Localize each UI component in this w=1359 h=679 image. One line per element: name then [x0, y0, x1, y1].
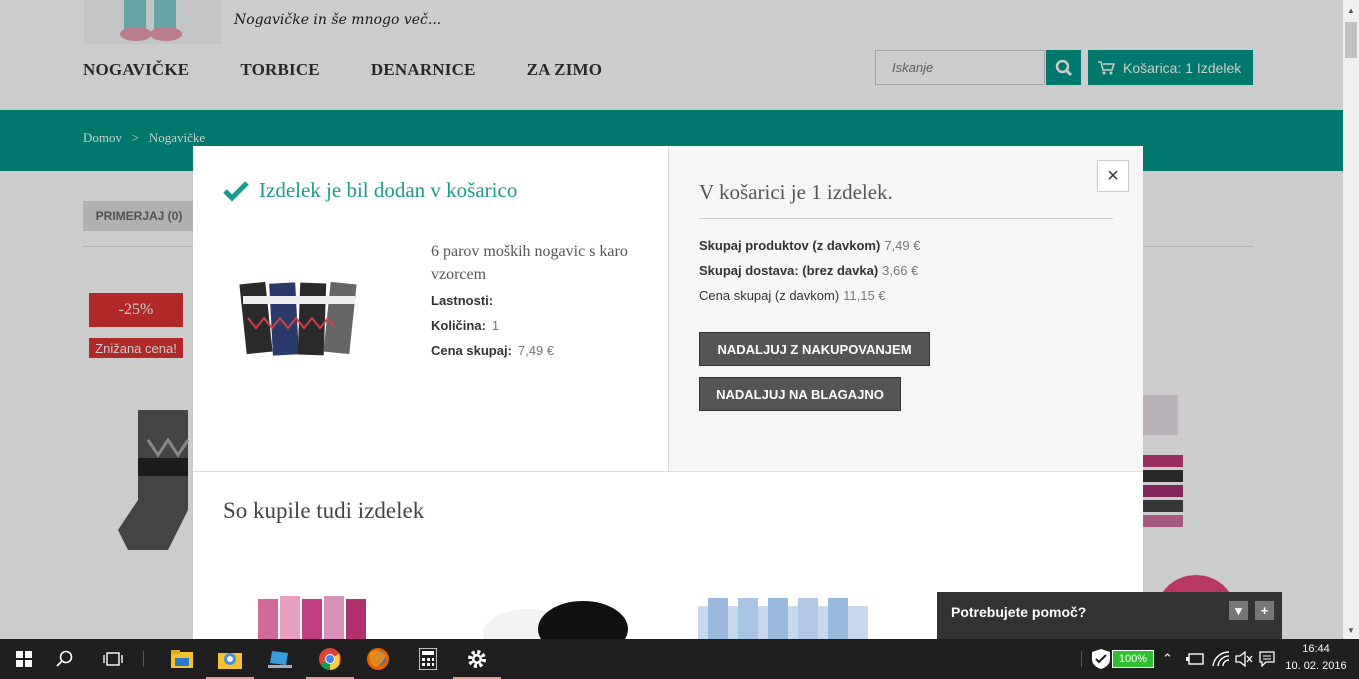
summary-products-value: 7,49 €: [884, 238, 921, 253]
also-bought-product-2[interactable]: [483, 594, 633, 639]
success-title-text: Izdelek je bil dodan v košarico: [259, 178, 518, 202]
product-name: 6 parov moških nogavic s karo vzorcem: [431, 243, 628, 283]
battery-indicator[interactable]: 100%: [1112, 650, 1154, 668]
total-value: 7,49 €: [517, 343, 555, 358]
task-view-icon: [103, 652, 123, 666]
taskbar-settings[interactable]: [453, 639, 501, 679]
defender-shield-icon[interactable]: [1092, 649, 1110, 669]
product-image: [223, 258, 398, 373]
help-minimize-button[interactable]: ▾: [1229, 601, 1248, 620]
quantity-label: Količina:: [431, 318, 486, 333]
taskbar-firefox[interactable]: [354, 639, 402, 679]
summary-grand-value: 11,15 €: [843, 288, 886, 303]
modal-product-panel: Izdelek je bil dodan v košarico 6 parov …: [193, 146, 669, 472]
taskbar-separator: [143, 651, 144, 667]
summary-shipping-label: Skupaj dostava: (brez davka): [699, 263, 879, 278]
also-bought-product-1[interactable]: [258, 594, 373, 639]
help-expand-button[interactable]: +: [1255, 601, 1274, 620]
windows-icon: [16, 651, 32, 667]
check-icon: [223, 180, 249, 202]
scroll-up-arrow[interactable]: ▲: [1343, 2, 1359, 18]
scrollbar[interactable]: [1343, 0, 1359, 639]
proceed-to-checkout-button[interactable]: NADALJUJ NA BLAGAJNO: [699, 377, 901, 411]
power-plug-icon[interactable]: [1186, 653, 1204, 665]
clock-date[interactable]: 10. 02. 2016: [1282, 660, 1350, 672]
scroll-thumb[interactable]: [1345, 22, 1357, 58]
close-button[interactable]: ×: [1097, 160, 1129, 192]
help-chat-widget[interactable]: Potrebujete pomoč? ▾ +: [937, 592, 1282, 639]
summary-products-label: Skupaj produktov (z davkom): [699, 238, 881, 253]
scroll-down-arrow[interactable]: ▼: [1343, 622, 1359, 638]
taskbar-calculator[interactable]: [404, 639, 452, 679]
laptop-icon: [268, 651, 292, 668]
add-to-cart-modal: Izdelek je bil dodan v košarico 6 parov …: [193, 146, 1143, 639]
tray-separator: [1081, 651, 1082, 667]
firefox-icon: [367, 648, 389, 670]
notifications-icon[interactable]: [1259, 651, 1275, 667]
quantity-value: 1: [491, 318, 500, 333]
calculator-icon: [419, 648, 437, 670]
summary-divider: [699, 218, 1113, 219]
modal-cart-panel: V košarici je 1 izdelek. Skupaj produkto…: [669, 146, 1143, 472]
also-bought-product-3[interactable]: [698, 594, 868, 639]
product-quantity: Količina: 1: [431, 318, 499, 333]
cart-summary-title: V košarici je 1 izdelek.: [699, 180, 893, 204]
summary-shipping: Skupaj dostava: (brez davka) 3,66 €: [699, 263, 918, 278]
taskbar-remote-desktop[interactable]: [256, 639, 304, 679]
wifi-icon[interactable]: [1212, 651, 1230, 667]
product-total: Cena skupaj: 7,49 €: [431, 343, 554, 358]
photo-folder-icon: [218, 653, 242, 669]
windows-taskbar: ⌃ 16:44 10. 02. 2016: [0, 639, 1359, 679]
clock-time[interactable]: 16:44: [1290, 643, 1342, 655]
taskbar-file-explorer[interactable]: [158, 639, 206, 679]
gear-icon: [468, 650, 486, 668]
summary-products: Skupaj produktov (z davkom) 7,49 €: [699, 238, 920, 253]
also-bought-title: So kupile tudi izdelek: [223, 498, 425, 523]
product-properties: Lastnosti:: [431, 293, 493, 308]
volume-muted-icon[interactable]: [1235, 651, 1253, 667]
properties-label: Lastnosti:: [431, 293, 494, 308]
taskbar-chrome[interactable]: [306, 639, 354, 679]
help-title: Potrebujete pomoč?: [951, 604, 1087, 620]
summary-grand-label: Cena skupaj (z davkom): [699, 288, 840, 303]
taskbar-search-button[interactable]: [41, 639, 89, 679]
taskbar-photos-app[interactable]: [206, 639, 254, 679]
chrome-icon: [319, 648, 341, 670]
summary-grand-total: Cena skupaj (z davkom) 11,15 €: [699, 288, 886, 303]
tray-chevron-up-icon[interactable]: ⌃: [1162, 651, 1173, 667]
task-view-button[interactable]: [89, 639, 137, 679]
folder-icon: [171, 650, 193, 668]
search-icon: [56, 650, 73, 667]
success-title: Izdelek je bil dodan v košarico: [223, 178, 517, 203]
total-label: Cena skupaj:: [431, 343, 512, 358]
continue-shopping-button[interactable]: NADALJUJ Z NAKUPOVANJEM: [699, 332, 930, 366]
summary-shipping-value: 3,66 €: [882, 263, 919, 278]
